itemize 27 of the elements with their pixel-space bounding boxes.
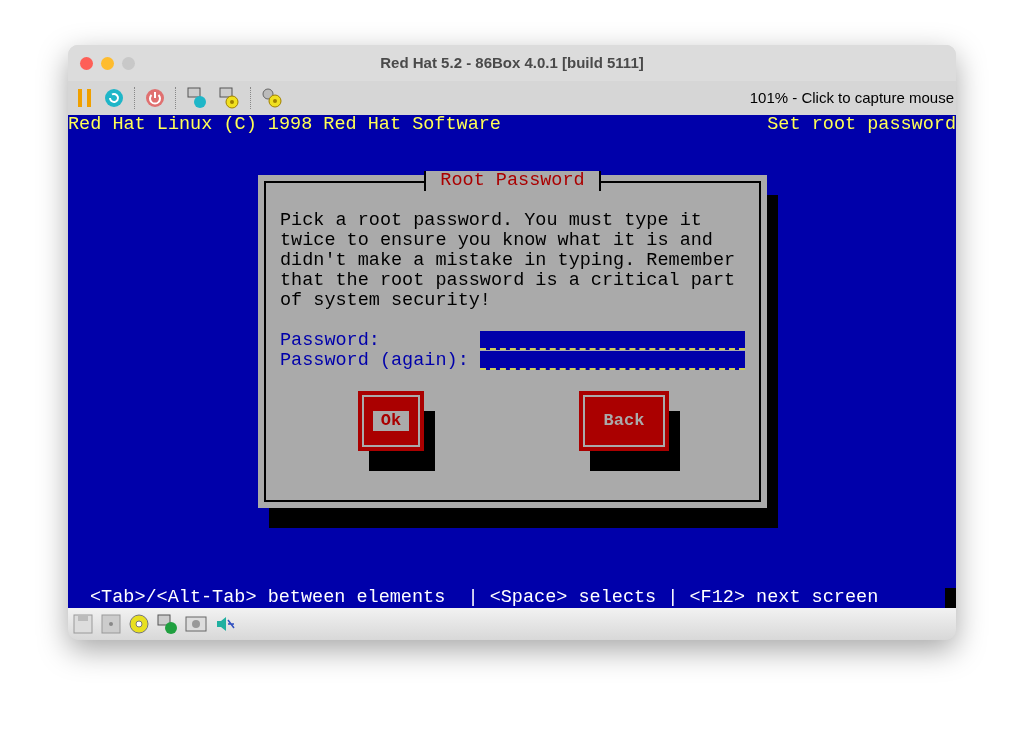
close-window-icon[interactable] [80,56,93,70]
help-line: <Tab>/<Alt-Tab> between elements | <Space> selects | <F12> next screen [89,588,879,608]
text-cursor [945,588,956,608]
network-icon[interactable] [156,613,178,635]
window-title: Red Hat 5.2 - 86Box 4.0.1 [build 5111] [379,52,645,73]
password-field[interactable] [479,331,745,350]
field-label: Password (again): [280,351,470,371]
toolbar-status-text: 101% - Click to capture mouse [749,87,955,108]
floppy-drive-icon[interactable] [100,613,122,635]
floppy-drive-icon[interactable] [72,613,94,635]
button-shadow [369,411,435,471]
back-button[interactable]: Back [579,391,669,451]
computer-gear-icon[interactable] [218,87,240,109]
cd-drive-icon[interactable] [128,613,150,635]
minimize-window-icon[interactable] [101,56,114,70]
dialog-message: Pick a root password. You must type it twice to ensure you know what it is and didn't make a mistake in typing. Remember that the root password is a critical part of system security! [280,211,737,311]
field-label: Password: [280,331,381,351]
reset-icon[interactable] [104,88,124,108]
screen-header-text: Red Hat Linux (C) 1998 Red Hat Software [68,115,501,135]
password-field[interactable] [479,351,745,370]
dialog-title: Root Password [424,171,601,191]
screen-step-text: Set root password [767,115,956,135]
pause-icon[interactable] [76,88,94,108]
settings-icon[interactable] [261,87,283,109]
power-icon[interactable] [145,88,165,108]
computer-reset-icon[interactable] [186,87,208,109]
ok-button[interactable]: Ok [358,391,424,451]
